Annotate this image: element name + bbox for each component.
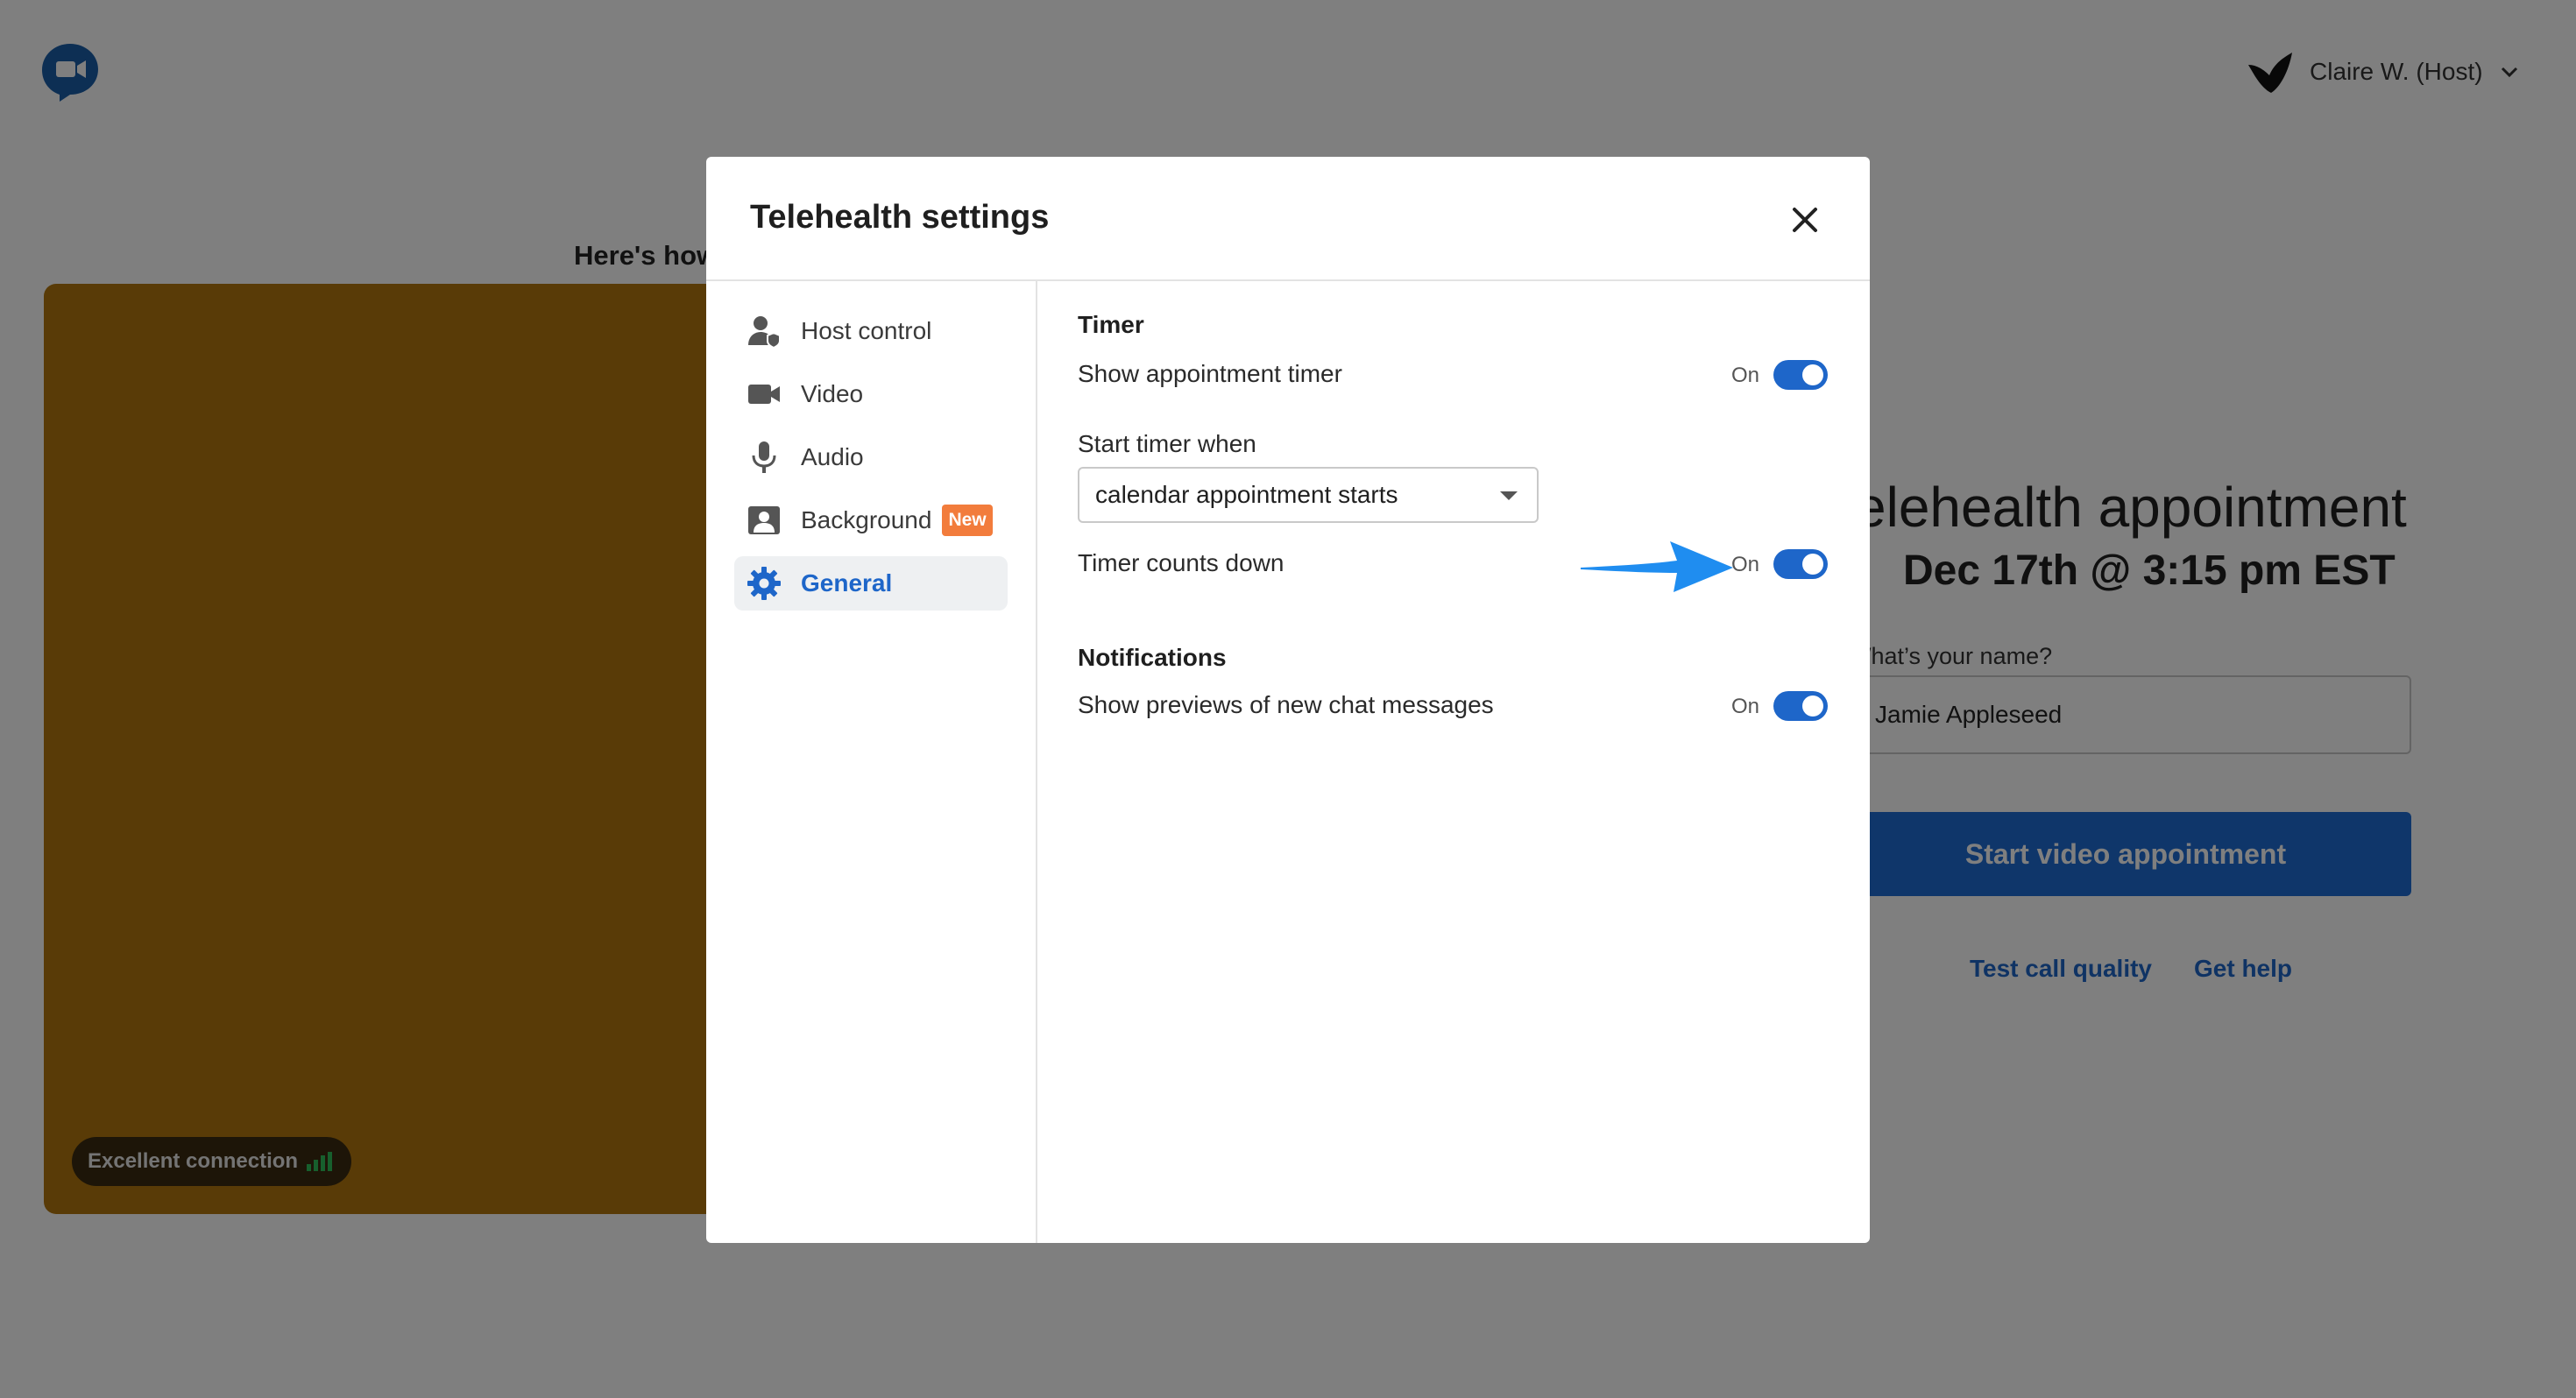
dialog-title: Telehealth settings <box>750 199 1050 236</box>
nav-label: Host control <box>801 317 932 344</box>
start-timer-label: Start timer when <box>1078 430 1256 457</box>
close-icon <box>1793 208 1817 232</box>
show-timer-label: Show appointment timer <box>1078 360 1342 387</box>
dialog-header: Telehealth settings <box>706 157 1870 281</box>
nav-item-host-control[interactable]: Host control <box>734 304 1008 358</box>
show-timer-toggle[interactable] <box>1773 360 1828 390</box>
gear-icon <box>747 566 782 601</box>
nav-item-general[interactable]: General <box>734 556 1008 611</box>
chat-previews-label: Show previews of new chat messages <box>1078 691 1494 718</box>
dialog-body: Host control Video Audio Background New … <box>706 281 1870 1243</box>
microphone-icon <box>747 440 782 475</box>
new-badge: New <box>942 505 993 536</box>
settings-nav: Host control Video Audio Background New … <box>706 281 1037 1243</box>
nav-item-audio[interactable]: Audio <box>734 430 1008 484</box>
telehealth-settings-dialog: Telehealth settings Host control Video A… <box>706 157 1870 1243</box>
background-icon <box>747 503 782 538</box>
host-control-icon <box>747 314 782 349</box>
nav-item-background[interactable]: Background New <box>734 493 1008 547</box>
timer-counts-down-label: Timer counts down <box>1078 549 1284 576</box>
annotation-arrow-icon <box>1581 541 1733 592</box>
nav-label: Background <box>801 506 932 533</box>
notifications-section-title: Notifications <box>1078 644 1227 671</box>
nav-item-video[interactable]: Video <box>734 367 1008 421</box>
close-button[interactable] <box>1786 201 1824 239</box>
chat-previews-toggle[interactable] <box>1773 691 1828 721</box>
general-settings-panel: Timer Show appointment timer On Start ti… <box>1037 281 1870 1243</box>
show-timer-state: On <box>1731 364 1760 387</box>
nav-label: Audio <box>801 443 864 470</box>
chat-previews-state: On <box>1731 695 1760 718</box>
start-timer-select[interactable]: calendar appointment starts <box>1078 467 1539 523</box>
timer-section-title: Timer <box>1078 311 1144 338</box>
nav-label: Video <box>801 380 864 407</box>
video-camera-icon <box>747 377 782 412</box>
caret-down-icon <box>1500 491 1518 500</box>
timer-counts-down-state: On <box>1731 553 1760 576</box>
timer-counts-down-toggle[interactable] <box>1773 549 1828 579</box>
select-value: calendar appointment starts <box>1095 481 1398 508</box>
nav-label: General <box>801 569 893 597</box>
